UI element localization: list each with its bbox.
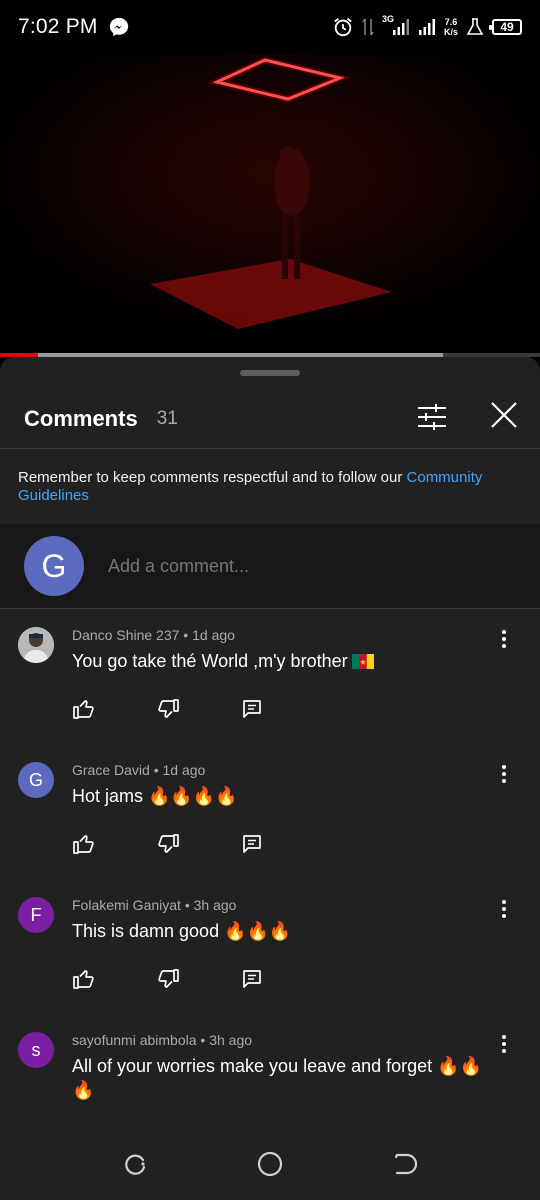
- comment-body: You go take thé World ,m'y brother: [72, 651, 348, 671]
- add-comment-row[interactable]: G: [0, 524, 540, 608]
- reply-icon[interactable]: [240, 832, 264, 856]
- signal-icon: [418, 19, 435, 35]
- video-frame: [0, 54, 540, 354]
- like-icon[interactable]: [72, 832, 96, 856]
- comment-input[interactable]: [108, 555, 488, 577]
- like-icon[interactable]: [72, 697, 96, 721]
- comment-meta: Folakemi Ganiyat • 3h ago: [72, 897, 237, 913]
- comment-actions: [72, 967, 264, 991]
- comment-meta: Danco Shine 237 • 1d ago: [72, 627, 235, 643]
- battery-icon: 49: [489, 19, 522, 35]
- comment-author[interactable]: sayofunmi abimbola: [72, 1032, 197, 1048]
- avatar-photo: [18, 627, 54, 663]
- avatar[interactable]: F: [18, 897, 54, 933]
- more-options-icon[interactable]: [492, 897, 516, 921]
- comment-body: Hot jams 🔥🔥🔥🔥: [72, 786, 238, 806]
- flag-cameroon-icon: [351, 654, 374, 669]
- comment-actions: [72, 697, 264, 721]
- avatar: G: [24, 536, 84, 596]
- network-speed: 7.6 K/s: [444, 17, 458, 37]
- more-options-icon[interactable]: [492, 1032, 516, 1056]
- comment-text: You go take thé World ,m'y brother: [72, 649, 492, 673]
- comment-meta: sayofunmi abimbola • 3h ago: [72, 1032, 253, 1048]
- comment-author[interactable]: Grace David: [72, 762, 150, 778]
- reply-icon[interactable]: [240, 967, 264, 991]
- messenger-icon: [109, 17, 128, 37]
- speed-value: 7.6: [444, 17, 458, 27]
- video-player[interactable]: [0, 54, 540, 354]
- more-options-icon[interactable]: [492, 627, 516, 651]
- avatar[interactable]: [18, 627, 54, 663]
- system-nav-bar: [0, 1128, 540, 1200]
- signal-icon: [392, 19, 409, 35]
- alarm-icon: [334, 18, 352, 37]
- divider: [0, 608, 540, 609]
- back-icon[interactable]: [391, 1150, 419, 1178]
- comment-count: 31: [156, 408, 178, 429]
- comments-sheet: Comments 31 Remember to keep comments re…: [0, 357, 540, 1200]
- comments-title: Comments: [24, 406, 138, 431]
- comment-author[interactable]: Danco Shine 237: [72, 627, 179, 643]
- recent-apps-icon[interactable]: [121, 1150, 149, 1178]
- comment-time: 1d ago: [192, 627, 235, 643]
- comment-time: 1d ago: [162, 762, 206, 778]
- avatar[interactable]: s: [18, 1032, 54, 1068]
- dislike-icon[interactable]: [156, 967, 180, 991]
- sort-filter-icon[interactable]: [414, 399, 450, 435]
- home-icon[interactable]: [256, 1150, 284, 1178]
- comment-body: This is damn good 🔥🔥🔥: [72, 921, 292, 941]
- comment-time: 3h ago: [209, 1032, 253, 1048]
- guidelines-text: Remember to keep comments respectful and…: [18, 469, 407, 486]
- like-icon[interactable]: [72, 967, 96, 991]
- comment-time: 3h ago: [193, 897, 237, 913]
- flask-icon: [466, 18, 484, 35]
- drag-handle[interactable]: [240, 370, 300, 376]
- sheet-header: Comments 31: [0, 391, 540, 447]
- close-icon[interactable]: [486, 397, 522, 433]
- dislike-icon[interactable]: [156, 697, 180, 721]
- status-icons: 3G 7.6 K/s 49: [332, 14, 522, 38]
- comment-author[interactable]: Folakemi Ganiyat: [72, 897, 181, 913]
- data-arrows-icon: [362, 18, 374, 36]
- comment-meta: Grace David • 1d ago: [72, 762, 206, 778]
- avatar[interactable]: G: [18, 762, 54, 798]
- speed-unit: K/s: [443, 27, 458, 37]
- comment-actions: [72, 832, 264, 856]
- more-options-icon[interactable]: [492, 762, 516, 786]
- network-type: 3G: [381, 14, 394, 24]
- status-time: 7:02 PM: [18, 15, 98, 38]
- reply-icon[interactable]: [240, 697, 264, 721]
- comment-body: All of your worries make you leave and f…: [72, 1056, 483, 1100]
- guidelines-notice: Remember to keep comments respectful and…: [0, 449, 540, 524]
- dislike-icon[interactable]: [156, 832, 180, 856]
- status-bar: 7:02 PM 3G 7.6 K/s 49: [0, 0, 540, 54]
